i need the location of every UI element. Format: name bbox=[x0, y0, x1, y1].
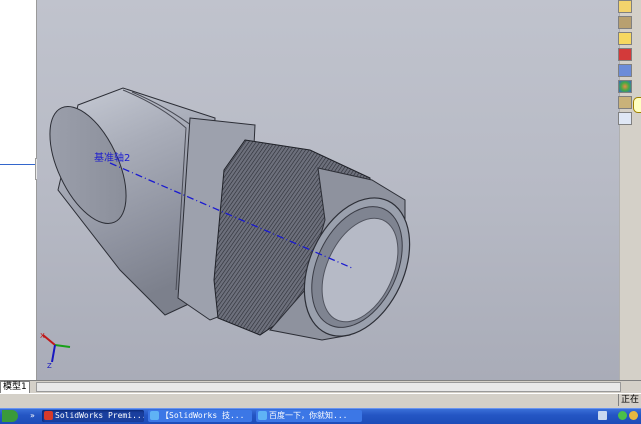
taskbar-item-solidworks[interactable]: SolidWorks Premi... bbox=[42, 410, 144, 422]
properties-icon[interactable] bbox=[618, 112, 632, 125]
ie-icon bbox=[150, 411, 159, 420]
status-text: 正在 bbox=[617, 394, 641, 406]
horizontal-scrollbar[interactable] bbox=[36, 382, 621, 392]
status-bar bbox=[0, 393, 641, 408]
axis-label[interactable]: 基准轴2 bbox=[94, 149, 130, 164]
scene-icon[interactable] bbox=[618, 96, 632, 109]
part-model[interactable]: X Z bbox=[37, 0, 619, 380]
panel-divider-line bbox=[0, 164, 36, 165]
home-icon[interactable] bbox=[618, 0, 632, 13]
view-orientation-icon[interactable] bbox=[618, 16, 632, 29]
taskbar-item-browser-2[interactable]: 百度一下，你就知... bbox=[256, 410, 362, 422]
task-label: 【SolidWorks 技... bbox=[161, 411, 245, 420]
solidworks-icon bbox=[44, 411, 53, 420]
color-icon[interactable] bbox=[618, 80, 632, 93]
start-button[interactable] bbox=[2, 410, 18, 422]
tooltip-tab[interactable] bbox=[633, 97, 641, 113]
volume-icon[interactable] bbox=[629, 411, 638, 420]
display-pane-icon[interactable] bbox=[618, 64, 632, 77]
svg-text:Z: Z bbox=[47, 362, 52, 370]
keyboard-icon[interactable] bbox=[598, 411, 607, 420]
folder-icon[interactable] bbox=[618, 32, 632, 45]
task-label: SolidWorks Premi... bbox=[55, 411, 144, 420]
task-label: 百度一下，你就知... bbox=[269, 411, 348, 420]
feature-manager-panel[interactable] bbox=[0, 0, 37, 380]
taskbar-item-browser-1[interactable]: 【SolidWorks 技... bbox=[148, 410, 252, 422]
network-icon[interactable] bbox=[618, 411, 627, 420]
quick-launch-chevron[interactable]: » bbox=[30, 411, 35, 420]
ie-icon bbox=[258, 411, 267, 420]
system-tray bbox=[592, 410, 641, 422]
appearance-icon[interactable] bbox=[618, 48, 632, 61]
svg-text:X: X bbox=[40, 332, 45, 340]
coordinate-triad: X Z bbox=[40, 332, 71, 370]
graphics-viewport[interactable]: X Z 基准轴2 bbox=[37, 0, 619, 380]
